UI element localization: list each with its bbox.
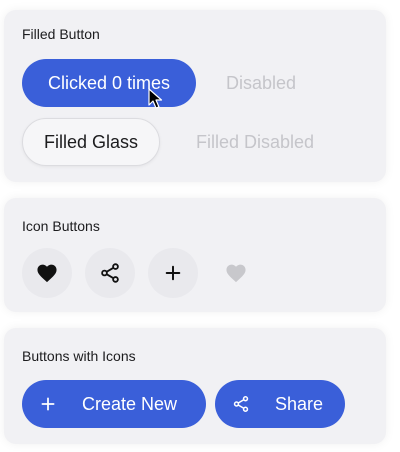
section-title-icon-buttons: Icon Buttons	[22, 218, 100, 234]
filled-glass-button[interactable]: Filled Glass	[22, 118, 160, 166]
share-icon	[101, 263, 119, 283]
filled-button-card: Filled Button Clicked 0 times Disabled F…	[4, 10, 386, 182]
heart-icon	[37, 264, 57, 283]
section-title-buttons-with-icons: Buttons with Icons	[22, 348, 136, 364]
disabled-button-label: Disabled	[225, 72, 297, 93]
icon-buttons-card: Icon Buttons	[4, 198, 386, 312]
create-new-label: Create New	[82, 393, 178, 414]
heart-icon-button[interactable]	[22, 248, 72, 298]
share-icon	[215, 395, 267, 413]
heart-disabled-button	[211, 248, 261, 298]
buttons-with-icons-card: Buttons with Icons Create New Share	[4, 328, 386, 444]
plus-icon	[22, 396, 74, 412]
filled-glass-label: Filled Glass	[43, 131, 139, 152]
section-title-filled: Filled Button	[22, 26, 100, 42]
share-icon-button[interactable]	[85, 248, 135, 298]
plus-icon-button[interactable]	[148, 248, 198, 298]
plus-icon	[165, 265, 181, 281]
filled-disabled-label: Filled Disabled	[195, 131, 315, 152]
share-button[interactable]: Share	[215, 380, 345, 428]
filled-disabled-button: Filled Disabled	[180, 118, 330, 166]
mouse-cursor-icon	[148, 88, 163, 109]
clicked-counter-button[interactable]: Clicked 0 times	[22, 59, 196, 107]
heart-icon	[226, 264, 246, 283]
disabled-button: Disabled	[216, 59, 306, 107]
share-label: Share	[275, 393, 324, 414]
create-new-button[interactable]: Create New	[22, 380, 206, 428]
